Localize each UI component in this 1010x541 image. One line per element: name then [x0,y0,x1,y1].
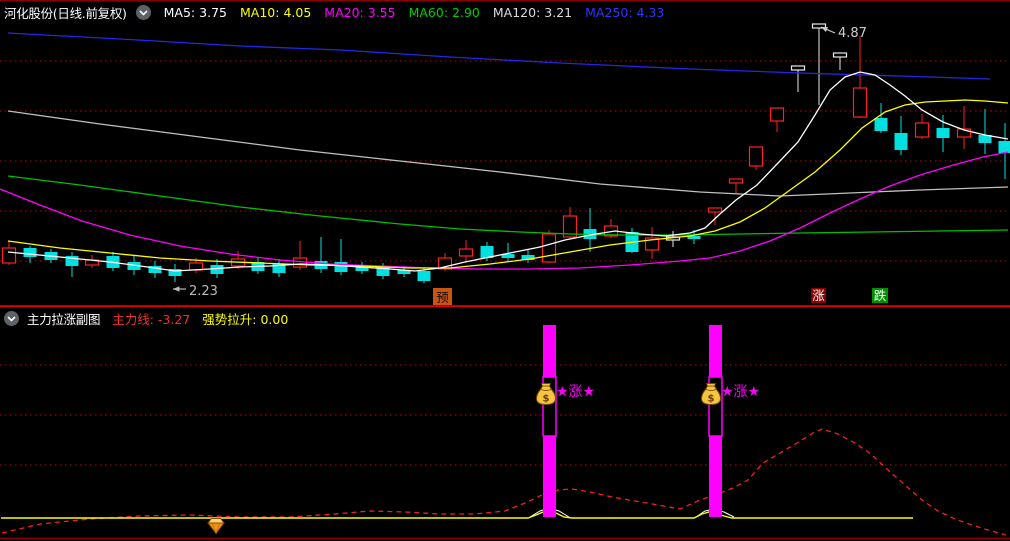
sub-chart-header: 主力拉涨副图 主力线: -3.27 强势拉升: 0.00 [4,309,288,328]
stock-title: 河化股份(日线.前复权) [4,6,127,21]
badge-label: 跌 [874,288,887,303]
panel-separator [0,305,1010,307]
price-annotation: 4.87 [838,26,867,41]
signal-bar [709,436,722,517]
candle-up [852,87,868,118]
candle-up [541,233,557,263]
stock-chart-window: 2.23 4.87 预 涨 跌 $ $ ★涨★ ★涨★ 河化股份(日线.前复权) MA5: 3.7… [0,0,1010,541]
main-line-curve [1,428,1007,536]
star-rise-label: ★涨★ [556,384,595,400]
main-line-readout: 主力线: -3.27 [112,312,191,327]
baseline [1,510,913,519]
dollar-glyph: $ [543,394,550,405]
candle-up [790,65,806,71]
candle-up [832,52,848,58]
signal-bar [543,325,556,377]
ma5-legend: MA5: 3.75 [163,5,227,20]
annotation-arrowhead [173,286,180,292]
ma10-legend: MA10: 4.05 [240,5,312,20]
candle-down [936,128,950,138]
ma120-legend: MA120: 3.21 [492,5,573,20]
badge-label: 预 [436,290,449,305]
top-border [0,0,1010,2]
candle-up [728,178,744,184]
candle-up [748,146,764,167]
price-annotation: 2.23 [189,284,218,299]
candle-up [769,107,785,122]
signal-bar [709,325,722,377]
bottom-border [0,537,1010,540]
candle-up [914,122,930,138]
badge-label: 涨 [812,288,825,303]
ma20-legend: MA20: 3.55 [324,5,396,20]
candle-up [458,248,474,257]
ma-line-MA60 [7,175,1009,236]
strong-pull-readout: 强势拉升: 0.00 [202,312,289,327]
signal-bar [543,436,556,517]
candle-down [894,133,908,150]
candle-up [1,247,17,264]
chevron-down-icon[interactable] [4,311,19,326]
candle-down [998,141,1010,153]
ma-line-MA10 [7,99,1009,269]
sub-chart-title: 主力拉涨副图 [27,312,101,327]
chart-canvas[interactable]: 2.23 4.87 预 涨 跌 $ $ ★涨★ ★涨★ [0,0,1010,541]
star-rise-label: ★涨★ [721,384,760,400]
candle-down [874,118,888,131]
chevron-down-icon[interactable] [135,5,151,20]
ma-line-MA120 [7,110,1009,197]
candle-down [23,248,37,257]
diamond-icon [207,518,225,535]
dollar-glyph: $ [708,394,715,405]
candle-down [417,271,431,281]
candle-up [707,207,723,213]
ma250-legend: MA250: 4.33 [585,5,665,20]
candle-down [210,265,224,274]
candle-down [334,262,348,272]
ma60-legend: MA60: 2.90 [408,5,480,20]
main-chart-header: 河化股份(日线.前复权) MA5: 3.75 MA10: 4.05 MA20: 3.5… [4,3,664,22]
